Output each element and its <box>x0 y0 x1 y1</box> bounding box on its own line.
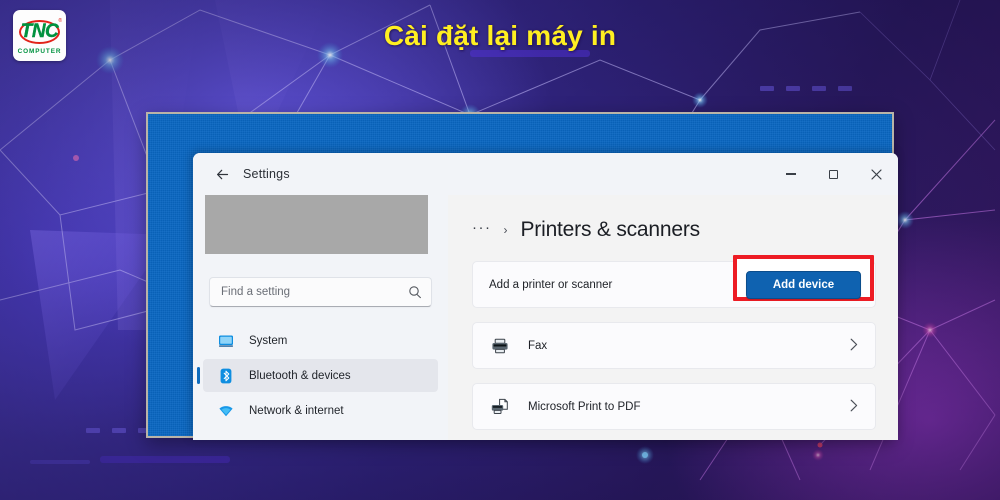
monitor-icon <box>217 332 234 349</box>
search-placeholder: Find a setting <box>221 286 291 298</box>
search-input[interactable]: Find a setting <box>209 277 432 307</box>
settings-content: ··· › Printers & scanners Add a printer … <box>448 195 898 440</box>
minimize-button[interactable] <box>770 153 812 195</box>
settings-sidebar: Find a setting System Bluetooth & device… <box>193 195 448 440</box>
sidebar-item-system[interactable]: System <box>203 324 438 357</box>
window-titlebar: Settings <box>193 153 898 195</box>
breadcrumb-overflow-button[interactable]: ··· <box>472 220 492 241</box>
chevron-right-icon: › <box>503 223 508 237</box>
add-device-container: Add device <box>733 254 874 301</box>
window-title: Settings <box>243 167 290 181</box>
sidebar-item-bluetooth-devices[interactable]: Bluetooth & devices <box>197 359 438 392</box>
add-printer-card: Add a printer or scanner Add device <box>472 254 876 308</box>
chevron-right-icon <box>850 399 861 415</box>
window-body: Find a setting System Bluetooth & device… <box>193 195 898 440</box>
sidebar-item-network-internet[interactable]: Network & internet <box>203 394 438 427</box>
add-printer-label: Add a printer or scanner <box>489 278 613 291</box>
printer-name: Microsoft Print to PDF <box>528 400 641 413</box>
bluetooth-icon <box>217 367 234 384</box>
printer-row-microsoft-print-to-pdf[interactable]: Microsoft Print to PDF <box>472 383 876 430</box>
maximize-button[interactable] <box>812 153 854 195</box>
window-controls <box>770 153 898 195</box>
back-arrow-icon[interactable] <box>209 161 235 187</box>
search-container: Find a setting <box>193 254 448 307</box>
sidebar-nav: System Bluetooth & devices Network & int… <box>193 324 448 429</box>
chevron-right-icon <box>850 338 861 354</box>
wifi-icon <box>217 402 234 419</box>
sidebar-item-label: Bluetooth & devices <box>249 369 351 382</box>
sidebar-item-label: System <box>249 334 288 347</box>
printer-icon <box>489 335 511 357</box>
printer-pdf-icon <box>489 396 511 418</box>
desktop-backdrop: Settings Find a setting System Bluetooth… <box>146 112 898 440</box>
user-profile-redacted <box>205 195 428 254</box>
search-icon <box>408 285 422 299</box>
breadcrumb: ··· › Printers & scanners <box>472 213 876 247</box>
breadcrumb-title: Printers & scanners <box>520 218 701 241</box>
close-button[interactable] <box>854 153 898 195</box>
settings-window: Settings Find a setting System Bluetooth… <box>193 153 898 440</box>
sidebar-item-label: Network & internet <box>249 404 344 417</box>
page-title: Cài đặt lại máy in <box>383 20 617 51</box>
add-device-button[interactable]: Add device <box>746 270 861 299</box>
printer-row-fax[interactable]: Fax <box>472 322 876 369</box>
printer-name: Fax <box>528 339 548 352</box>
